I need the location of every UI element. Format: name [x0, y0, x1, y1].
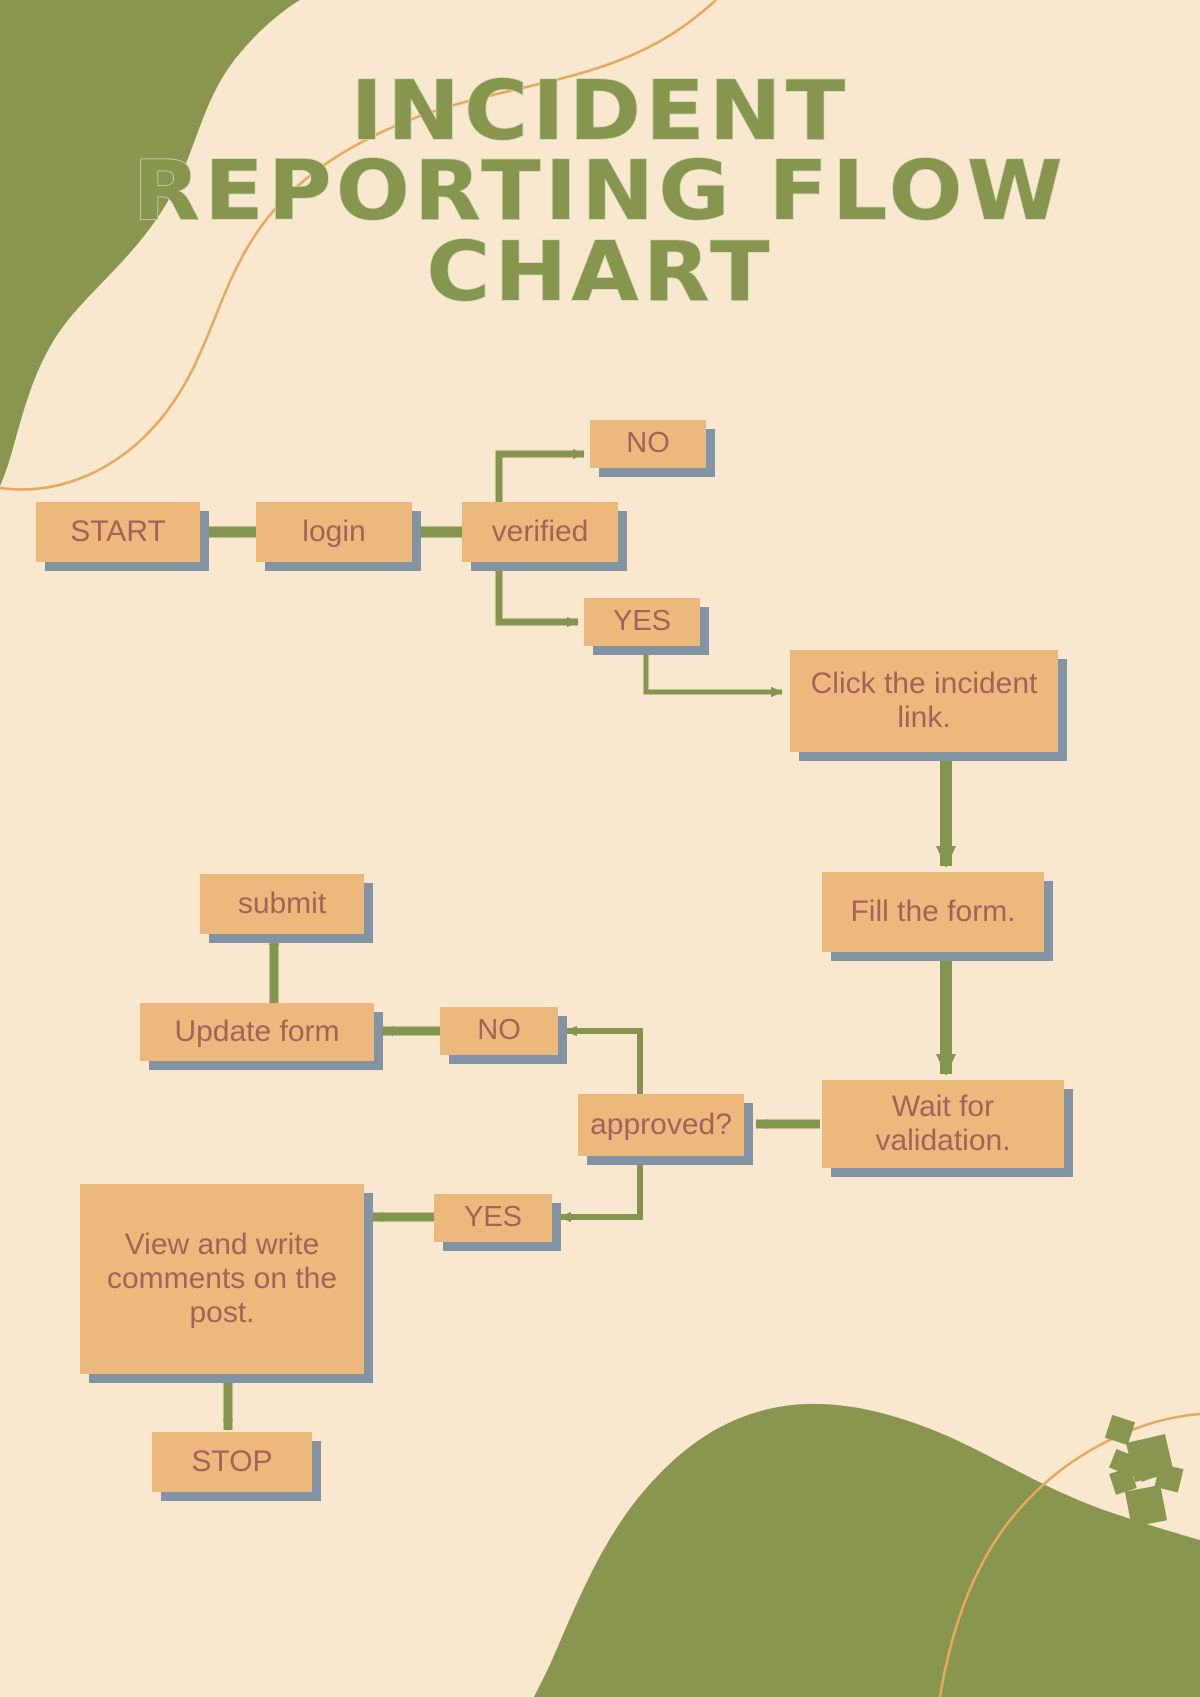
node-wait-validation-label: Wait for validation. — [875, 1089, 1011, 1157]
node-yes-approved[interactable]: YES — [434, 1194, 552, 1242]
node-start-label: START — [70, 514, 166, 548]
edge-approved-no — [565, 1025, 643, 1094]
node-yes-verified-label: YES — [612, 605, 672, 638]
bottom-right-orange-curve — [938, 1412, 1200, 1697]
node-click-incident-link[interactable]: Click the incident link. — [790, 650, 1058, 752]
node-stop[interactable]: STOP — [152, 1432, 312, 1492]
edge-approved-yes — [559, 1156, 643, 1223]
node-update-form[interactable]: Update form — [140, 1003, 374, 1061]
node-login-label: login — [302, 514, 366, 548]
node-click-incident-link-label: Click the incident link. — [810, 666, 1038, 734]
node-no-approved-label: NO — [477, 1014, 521, 1047]
edge-verified-yes — [495, 562, 579, 628]
title-line-3-text: CHART — [426, 224, 774, 320]
node-fill-form-label: Fill the form. — [850, 894, 1016, 928]
node-update-form-label: Update form — [174, 1014, 340, 1048]
node-verified[interactable]: verified — [462, 502, 618, 562]
confetti-bottom-right — [1104, 1414, 1184, 1528]
node-approved-label: approved? — [590, 1107, 732, 1141]
edge-verified-no — [495, 448, 585, 502]
bottom-right-green-blob — [534, 1403, 1200, 1697]
node-no-verified[interactable]: NO — [590, 420, 706, 468]
node-view-comments[interactable]: View and write comments on the post. — [80, 1184, 364, 1374]
node-submit-label: submit — [237, 886, 327, 920]
node-stop-label: STOP — [191, 1444, 273, 1478]
node-yes-approved-label: YES — [463, 1201, 523, 1234]
node-wait-validation[interactable]: Wait for validation. — [822, 1080, 1064, 1168]
edge-yes-click — [643, 646, 783, 698]
node-approved[interactable]: approved? — [578, 1094, 744, 1156]
node-fill-form[interactable]: Fill the form. — [822, 872, 1044, 952]
node-view-comments-label: View and write comments on the post. — [106, 1227, 338, 1330]
node-submit[interactable]: submit — [200, 874, 364, 934]
flowchart-poster: INCIDENT REPORTING FLOW CHART START logi… — [0, 0, 1200, 1697]
node-verified-label: verified — [491, 514, 589, 548]
bottom-right-orange-curve-2 — [940, 1436, 1140, 1697]
node-yes-verified[interactable]: YES — [584, 598, 700, 646]
node-no-approved[interactable]: NO — [440, 1007, 558, 1055]
node-start[interactable]: START — [36, 502, 200, 562]
node-no-verified-label: NO — [626, 427, 670, 460]
title-line-1-text: INCIDENT — [350, 64, 850, 159]
node-login[interactable]: login — [256, 502, 412, 562]
title-line-2-text: REPORTING FLOW — [132, 144, 1067, 240]
page-title: INCIDENT REPORTING FLOW CHART — [0, 64, 1200, 320]
